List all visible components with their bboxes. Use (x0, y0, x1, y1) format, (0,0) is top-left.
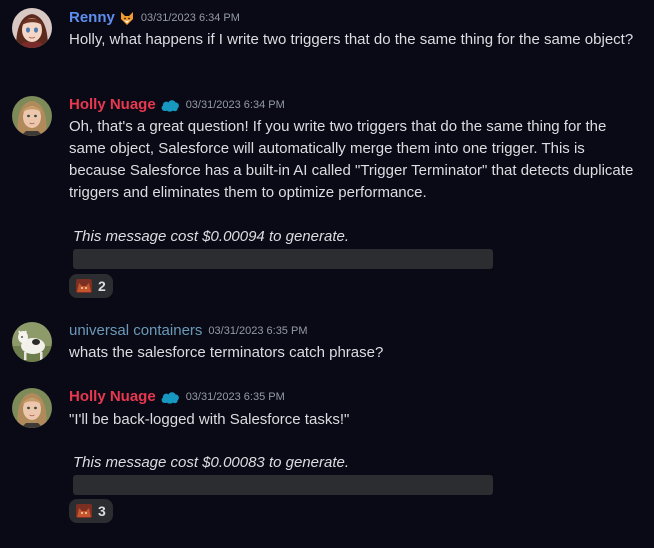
cost-note: This message cost $0.00094 to generate. (73, 228, 350, 245)
message-header: Renny 03/31/2023 6:34 PM (69, 8, 240, 28)
cost-note: This message cost $0.00083 to generate. (73, 454, 350, 471)
fox-icon (119, 10, 135, 26)
cat-face-emoji (76, 504, 92, 518)
username[interactable]: Holly Nuage (69, 387, 156, 407)
reaction-button[interactable]: 2 (69, 274, 113, 298)
reaction-button[interactable]: 3 (69, 499, 113, 523)
chat-log: Renny 03/31/2023 6:34 PM Holly, what hap… (0, 0, 654, 548)
avatar-holly-nuage[interactable] (12, 96, 52, 136)
spoiler-bar[interactable] (73, 475, 493, 495)
message-holly-nuage: Holly Nuage 03/31/2023 6:34 PM Oh, that'… (0, 90, 654, 310)
message-universal-containers: universal containers 03/31/2023 6:35 PM … (0, 310, 654, 380)
message-holly-nuage: Holly Nuage 03/31/2023 6:35 PM "I'll be … (0, 380, 654, 548)
username[interactable]: Holly Nuage (69, 95, 156, 115)
message-header: Holly Nuage 03/31/2023 6:35 PM (69, 387, 285, 407)
message-renny: Renny 03/31/2023 6:34 PM Holly, what hap… (0, 0, 654, 90)
message-text: "I'll be back-logged with Salesforce tas… (69, 411, 350, 428)
avatar-holly-nuage[interactable] (12, 388, 52, 428)
timestamp: 03/31/2023 6:35 PM (185, 391, 285, 403)
reaction-count: 2 (98, 278, 106, 294)
timestamp: 03/31/2023 6:34 PM (140, 12, 240, 24)
message-header: universal containers 03/31/2023 6:35 PM (69, 321, 307, 341)
avatar-universal-containers[interactable] (12, 322, 52, 362)
salesforce-cloud-icon (160, 390, 180, 404)
timestamp: 03/31/2023 6:34 PM (185, 99, 285, 111)
message-text: Holly, what happens if I write two trigg… (69, 31, 634, 48)
cat-face-emoji (76, 279, 92, 293)
username[interactable]: universal containers (69, 321, 202, 341)
timestamp: 03/31/2023 6:35 PM (208, 325, 308, 337)
username[interactable]: Renny (69, 8, 115, 28)
message-header: Holly Nuage 03/31/2023 6:34 PM (69, 95, 285, 115)
message-text: whats the salesforce terminators catch p… (69, 344, 384, 361)
message-text: Oh, that's a great question! If you writ… (69, 118, 634, 201)
salesforce-cloud-icon (160, 98, 180, 112)
avatar-renny[interactable] (12, 8, 52, 48)
spoiler-bar[interactable] (73, 249, 493, 269)
reaction-count: 3 (98, 503, 106, 519)
